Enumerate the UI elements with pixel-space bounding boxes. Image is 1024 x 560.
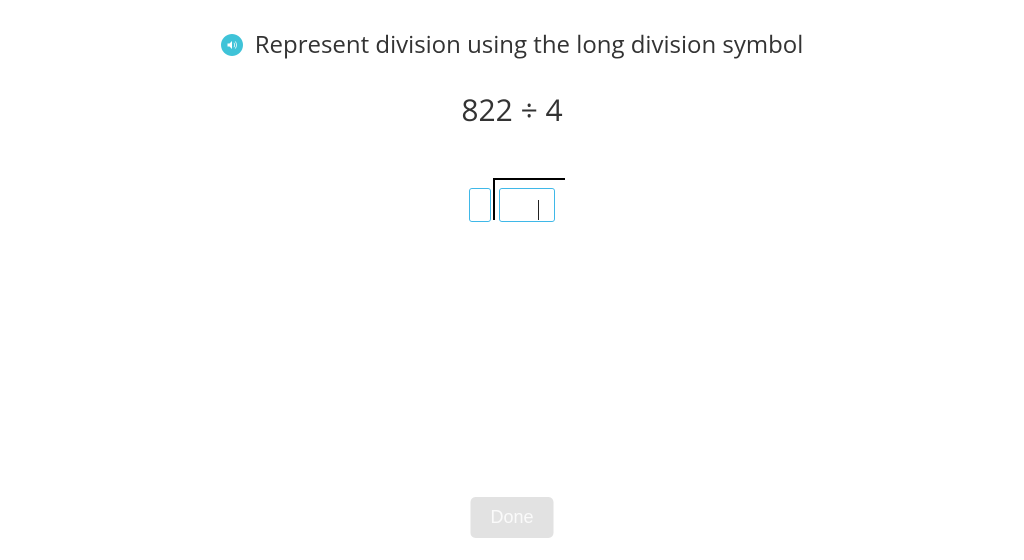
division-bar-left — [493, 178, 495, 220]
instruction-text: Represent division using the long divisi… — [255, 28, 804, 61]
instruction-header: Represent division using the long divisi… — [0, 0, 1024, 61]
dividend-wrap — [495, 188, 555, 222]
long-division-symbol — [469, 188, 555, 222]
work-area — [0, 188, 1024, 222]
division-bar-top — [493, 178, 565, 180]
dividend-input[interactable] — [499, 188, 555, 222]
division-expression: 822 ÷ 4 — [0, 89, 1024, 130]
done-button[interactable]: Done — [470, 497, 553, 538]
divisor-input[interactable] — [469, 188, 491, 222]
audio-icon[interactable] — [221, 34, 243, 56]
text-cursor — [538, 200, 539, 220]
